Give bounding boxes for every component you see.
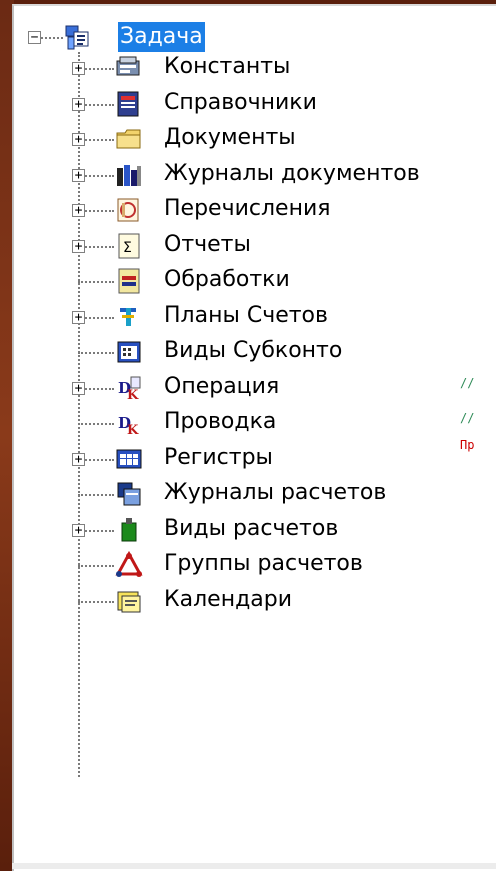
calculation-groups-icon bbox=[114, 550, 144, 580]
operation-icon: DK bbox=[114, 373, 144, 403]
tree-item-label[interactable]: Виды расчетов bbox=[164, 514, 338, 544]
tree-item-label[interactable]: Документы bbox=[164, 123, 296, 153]
tree-connector bbox=[78, 352, 114, 354]
horizontal-scrollbar[interactable] bbox=[12, 863, 496, 869]
expand-toggle[interactable]: + bbox=[72, 311, 85, 324]
tree-connector bbox=[78, 565, 114, 567]
tree-item-label[interactable]: Планы Счетов bbox=[164, 301, 328, 331]
svg-text:Σ: Σ bbox=[123, 240, 132, 256]
enumerations-icon bbox=[114, 195, 144, 225]
tree-item-label[interactable]: Справочники bbox=[164, 88, 317, 118]
tree-item-label[interactable]: Операция bbox=[164, 372, 279, 402]
tree-item-label[interactable]: Группы расчетов bbox=[164, 549, 363, 579]
expand-toggle[interactable]: + bbox=[72, 62, 85, 75]
chart-of-accounts-icon bbox=[114, 302, 144, 332]
metadata-tree-icon bbox=[64, 23, 94, 53]
calculation-journals-icon bbox=[114, 479, 144, 509]
expand-toggle[interactable]: + bbox=[72, 204, 85, 217]
svg-text:K: K bbox=[127, 388, 139, 403]
calendars-icon bbox=[114, 586, 144, 616]
tree-root-label[interactable]: Задача bbox=[118, 22, 205, 52]
processing-icon bbox=[114, 266, 144, 296]
root-connector bbox=[41, 37, 63, 39]
tree-connector bbox=[78, 494, 114, 496]
expand-toggle[interactable]: + bbox=[72, 240, 85, 253]
expand-toggle[interactable]: + bbox=[72, 453, 85, 466]
tree-item-label[interactable]: Журналы расчетов bbox=[164, 478, 386, 508]
code-comment-2: // bbox=[460, 411, 475, 425]
tree-item-label[interactable]: Календари bbox=[164, 585, 292, 615]
code-keyword-fragment: Пр bbox=[460, 438, 475, 452]
tree-item-label[interactable]: Отчеты bbox=[164, 230, 251, 260]
tree-item-label[interactable]: Регистры bbox=[164, 443, 273, 473]
code-comment-1: // bbox=[460, 376, 475, 390]
tree-connector bbox=[78, 601, 114, 603]
tree-connector bbox=[78, 423, 114, 425]
expand-toggle[interactable]: + bbox=[72, 524, 85, 537]
tree-connector bbox=[78, 281, 114, 283]
metadata-tree-panel: − Задача + Константы + Справочники + Документ… bbox=[12, 4, 496, 871]
document-journals-icon bbox=[114, 160, 144, 190]
tree-item-label[interactable]: Виды Субконто bbox=[164, 336, 342, 366]
reports-sigma-icon: Σ bbox=[114, 231, 144, 261]
expand-toggle[interactable]: + bbox=[72, 169, 85, 182]
tree-item-label[interactable]: Константы bbox=[164, 52, 290, 82]
tree-item-label[interactable]: Перечисления bbox=[164, 194, 330, 224]
documents-folder-icon bbox=[114, 124, 144, 154]
registers-icon bbox=[114, 444, 144, 474]
subconto-types-icon bbox=[114, 337, 144, 367]
calculation-types-icon bbox=[114, 515, 144, 545]
tree-item-label[interactable]: Журналы документов bbox=[164, 159, 420, 189]
expand-toggle[interactable]: + bbox=[72, 98, 85, 111]
expand-toggle[interactable]: + bbox=[72, 382, 85, 395]
root-collapse-toggle[interactable]: − bbox=[28, 31, 41, 44]
expand-toggle[interactable]: + bbox=[72, 133, 85, 146]
catalogs-icon bbox=[114, 89, 144, 119]
tree-item-label[interactable]: Проводка bbox=[164, 407, 276, 437]
svg-text:K: K bbox=[127, 423, 139, 438]
constants-icon bbox=[114, 53, 144, 83]
metadata-tree: − Задача + Константы + Справочники + Документ… bbox=[14, 6, 496, 871]
tree-item-label[interactable]: Обработки bbox=[164, 265, 290, 295]
entry-dk-icon: DK bbox=[114, 408, 144, 438]
tree-guide-line bbox=[78, 52, 80, 777]
